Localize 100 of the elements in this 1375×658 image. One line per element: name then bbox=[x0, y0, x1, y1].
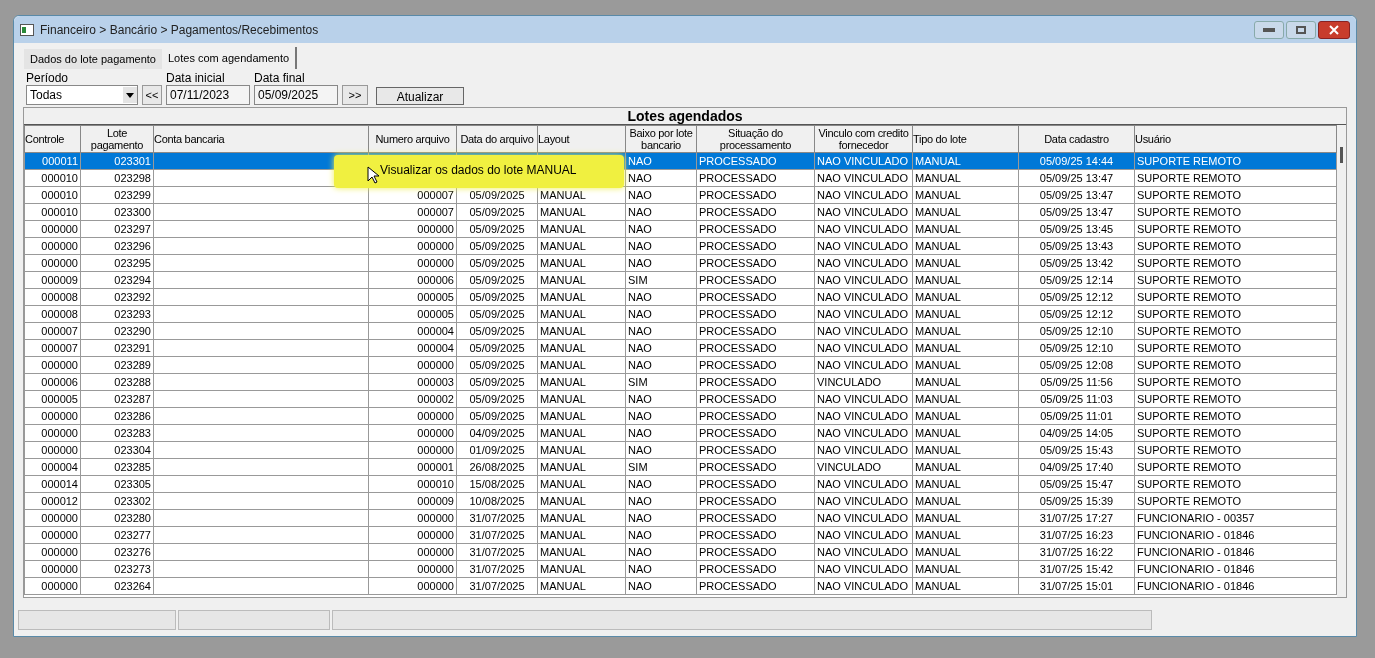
table-cell: PROCESSADO bbox=[696, 322, 815, 340]
table-cell: MANUAL bbox=[537, 543, 626, 561]
next-button[interactable]: >> bbox=[342, 85, 368, 105]
table-cell: 023294 bbox=[80, 271, 154, 289]
table-cell: MANUAL bbox=[537, 203, 626, 221]
table-cell: 023287 bbox=[80, 390, 154, 408]
table-cell: MANUAL bbox=[537, 407, 626, 425]
table-cell: MANUAL bbox=[912, 152, 1019, 170]
column-header[interactable]: Numero arquivo bbox=[368, 125, 457, 153]
table-cell: SUPORTE REMOTO bbox=[1134, 220, 1337, 238]
table-cell: 05/09/2025 bbox=[456, 271, 538, 289]
table-cell: MANUAL bbox=[912, 186, 1019, 204]
table-cell: NAO bbox=[625, 339, 697, 357]
tab[interactable]: Dados do lote pagamento bbox=[24, 49, 162, 69]
table-cell: 000000 bbox=[368, 237, 457, 255]
table-cell: MANUAL bbox=[912, 339, 1019, 357]
table-cell: 05/09/2025 bbox=[456, 254, 538, 272]
column-header[interactable]: Lote pagamento bbox=[80, 125, 154, 153]
table-cell: 000002 bbox=[368, 390, 457, 408]
table-cell: 31/07/25 15:42 bbox=[1018, 560, 1135, 578]
column-header[interactable]: Data do arquivo bbox=[456, 125, 538, 153]
table-cell: 023292 bbox=[80, 288, 154, 306]
table-cell: 000003 bbox=[368, 373, 457, 391]
table-cell: MANUAL bbox=[537, 390, 626, 408]
close-button[interactable] bbox=[1318, 20, 1350, 39]
table-cell: 000000 bbox=[368, 254, 457, 272]
table-cell: 05/09/25 12:08 bbox=[1018, 356, 1135, 374]
table-cell: MANUAL bbox=[912, 169, 1019, 187]
table-cell: MANUAL bbox=[912, 271, 1019, 289]
table-cell: 05/09/25 14:44 bbox=[1018, 152, 1135, 170]
period-dropdown[interactable]: Todas bbox=[26, 85, 138, 105]
table-cell: MANUAL bbox=[912, 560, 1019, 578]
table-cell: 000000 bbox=[368, 577, 457, 595]
table-cell: 31/07/2025 bbox=[456, 509, 538, 527]
column-header[interactable]: Controle bbox=[24, 125, 81, 153]
column-header[interactable]: Conta bancaria bbox=[153, 125, 369, 153]
previous-button[interactable]: << bbox=[142, 85, 162, 105]
table-cell: 05/09/25 11:03 bbox=[1018, 390, 1135, 408]
table-cell: PROCESSADO bbox=[696, 492, 815, 510]
table-cell: NAO VINCULADO bbox=[814, 577, 913, 595]
table-cell: 31/07/25 15:01 bbox=[1018, 577, 1135, 595]
column-header[interactable]: Tipo do lote bbox=[912, 125, 1019, 153]
table-cell: 023300 bbox=[80, 203, 154, 221]
table-cell: 023285 bbox=[80, 458, 154, 476]
table-cell: NAO VINCULADO bbox=[814, 492, 913, 510]
table-cell: NAO VINCULADO bbox=[814, 356, 913, 374]
table-cell: NAO bbox=[625, 526, 697, 544]
scroll-thumb[interactable] bbox=[1340, 147, 1343, 163]
table-cell: 023264 bbox=[80, 577, 154, 595]
table-cell: NAO bbox=[625, 203, 697, 221]
table-cell: SUPORTE REMOTO bbox=[1134, 203, 1337, 221]
table-cell: PROCESSADO bbox=[696, 509, 815, 527]
start-date-field[interactable]: 07/11/2023 bbox=[166, 85, 250, 105]
table-cell: 023304 bbox=[80, 441, 154, 459]
table-cell: 26/08/2025 bbox=[456, 458, 538, 476]
table-cell: 05/09/2025 bbox=[456, 339, 538, 357]
column-header[interactable]: Usuário bbox=[1134, 125, 1337, 153]
table-cell: 000009 bbox=[24, 271, 81, 289]
table-cell: SUPORTE REMOTO bbox=[1134, 152, 1337, 170]
table-cell: 05/09/25 13:45 bbox=[1018, 220, 1135, 238]
maximize-button[interactable] bbox=[1286, 20, 1316, 39]
end-date-field[interactable]: 05/09/2025 bbox=[254, 85, 338, 105]
table-cell: NAO VINCULADO bbox=[814, 509, 913, 527]
table-cell: 15/08/2025 bbox=[456, 475, 538, 493]
table-cell: SIM bbox=[625, 373, 697, 391]
table-cell: NAO bbox=[625, 441, 697, 459]
column-header[interactable]: Baixo por lote bancario bbox=[625, 125, 697, 153]
column-header[interactable]: Vinculo com credito fornecedor bbox=[814, 125, 913, 153]
table-cell: 000000 bbox=[368, 526, 457, 544]
table-cell: MANUAL bbox=[537, 458, 626, 476]
table-cell: MANUAL bbox=[912, 458, 1019, 476]
table-cell: 000010 bbox=[24, 169, 81, 187]
table-cell: 05/09/25 11:01 bbox=[1018, 407, 1135, 425]
refresh-button[interactable]: Atualizar bbox=[376, 87, 464, 105]
column-header[interactable]: Situação do processamento bbox=[696, 125, 815, 153]
start-date-label: Data inicial bbox=[166, 72, 226, 85]
table-cell: MANUAL bbox=[912, 373, 1019, 391]
table-cell: NAO bbox=[625, 424, 697, 442]
table-cell: FUNCIONARIO - 01846 bbox=[1134, 526, 1337, 544]
table-cell: MANUAL bbox=[912, 305, 1019, 323]
minimize-icon bbox=[1263, 27, 1275, 32]
table-cell: 05/09/25 13:47 bbox=[1018, 186, 1135, 204]
table-cell: SUPORTE REMOTO bbox=[1134, 305, 1337, 323]
table-cell: 000000 bbox=[368, 407, 457, 425]
table-cell: NAO bbox=[625, 560, 697, 578]
table-cell: 023299 bbox=[80, 186, 154, 204]
table-cell: MANUAL bbox=[912, 356, 1019, 374]
table-cell: 01/09/2025 bbox=[456, 441, 538, 459]
table-cell: 023305 bbox=[80, 475, 154, 493]
table-cell: PROCESSADO bbox=[696, 356, 815, 374]
table-cell: 05/09/2025 bbox=[456, 305, 538, 323]
column-header[interactable]: Layout bbox=[537, 125, 626, 153]
column-header[interactable]: Data cadastro bbox=[1018, 125, 1135, 153]
table-cell: 000007 bbox=[24, 322, 81, 340]
table-cell: PROCESSADO bbox=[696, 424, 815, 442]
minimize-button[interactable] bbox=[1254, 20, 1284, 39]
table-cell: 000009 bbox=[368, 492, 457, 510]
table-cell: 000000 bbox=[24, 543, 81, 561]
table-cell: SUPORTE REMOTO bbox=[1134, 373, 1337, 391]
table-cell: NAO VINCULADO bbox=[814, 526, 913, 544]
